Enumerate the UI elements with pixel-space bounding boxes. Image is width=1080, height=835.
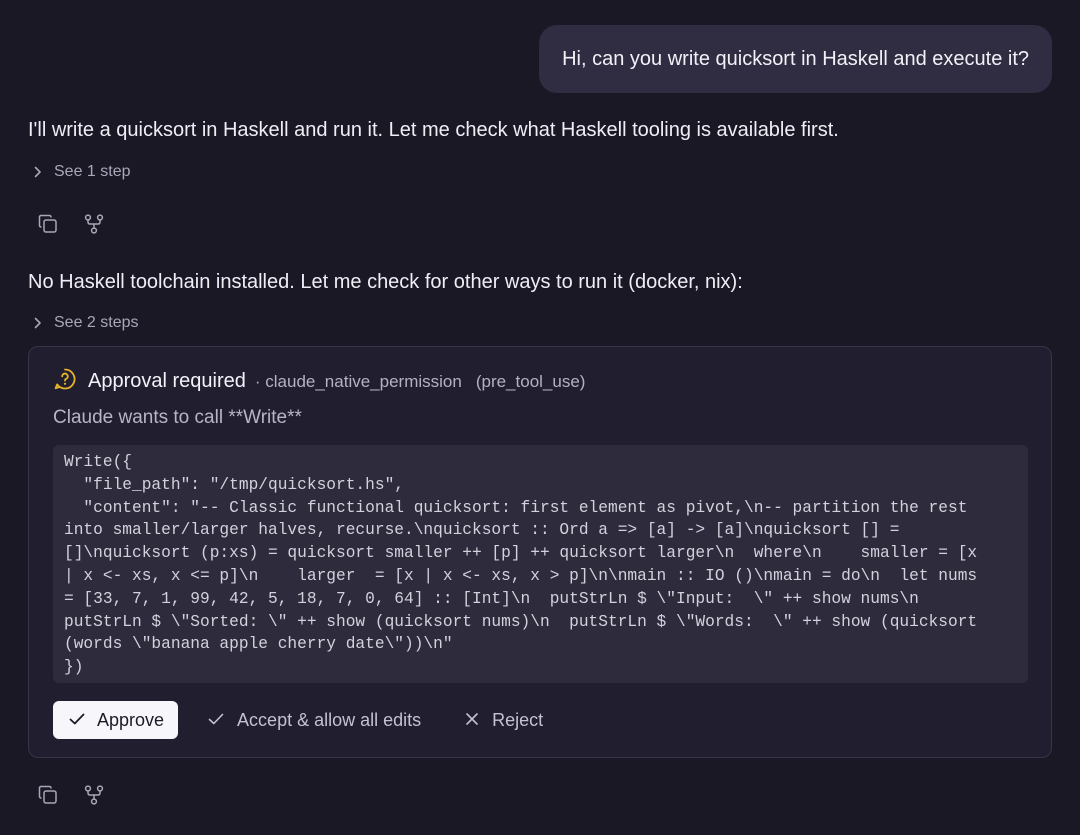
see-steps-toggle-1[interactable]: See 1 step <box>32 163 131 181</box>
copy-icon[interactable] <box>36 212 60 236</box>
reject-button-label: Reject <box>492 709 544 730</box>
see-steps-label: See 1 step <box>54 163 131 180</box>
user-message-bubble: Hi, can you write quicksort in Haskell a… <box>539 25 1052 93</box>
chevron-right-icon <box>32 165 44 179</box>
accept-all-edits-label: Accept & allow all edits <box>237 709 422 730</box>
check-icon <box>208 710 224 731</box>
user-message-text: Hi, can you write quicksort in Haskell a… <box>562 48 1029 70</box>
assistant-message-2: No Haskell toolchain installed. Let me c… <box>28 271 743 293</box>
approval-hook: (pre_tool_use) <box>475 371 586 391</box>
message-actions-2 <box>36 783 106 807</box>
see-steps-label: See 2 steps <box>54 314 139 331</box>
approval-header: Approval required · claude_native_permis… <box>53 367 585 396</box>
chevron-right-icon <box>32 316 44 330</box>
approval-title: Approval required <box>88 370 246 392</box>
check-icon <box>69 710 85 731</box>
accept-all-edits-button[interactable]: Accept & allow all edits <box>208 701 421 739</box>
branch-icon[interactable] <box>82 212 106 236</box>
question-circle-icon <box>53 367 77 396</box>
close-icon <box>465 710 479 731</box>
tool-call-code-block: Write({ "file_path": "/tmp/quicksort.hs"… <box>53 445 1028 683</box>
reject-button[interactable]: Reject <box>465 701 543 739</box>
approval-description: Claude wants to call **Write** <box>53 407 302 428</box>
approve-button-label: Approve <box>97 709 165 730</box>
message-actions-1 <box>36 212 106 236</box>
approval-card: Approval required · claude_native_permis… <box>28 346 1052 758</box>
approval-source: · claude_native_permission <box>254 371 462 391</box>
assistant-message-1: I'll write a quicksort in Haskell and ru… <box>28 119 839 141</box>
approve-button[interactable]: Approve <box>53 701 179 739</box>
see-steps-toggle-2[interactable]: See 2 steps <box>32 314 139 332</box>
approval-actions: Approve Accept & allow all edits Reject <box>53 701 543 739</box>
branch-icon[interactable] <box>82 783 106 807</box>
copy-icon[interactable] <box>36 783 60 807</box>
